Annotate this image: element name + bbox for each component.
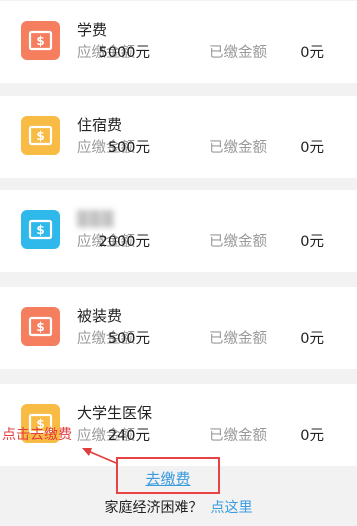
annotation-text: 点击去缴费 [2,427,72,443]
financial-aid-link[interactable]: 点这里 [211,500,253,516]
paid-amount-label: 已缴金额 [209,331,267,347]
due-amount-value: 240元 [107,428,150,444]
fee-card-accommodation[interactable]: $ 住宿费 应缴金额 500元 已缴金额 0元 [0,96,357,178]
financial-aid-prompt: 家庭经济困难？ 点这里 [0,497,357,517]
paid-amount-value: 0元 [300,45,324,61]
fee-name: 学费 [77,21,108,39]
fee-amount-row: 应缴金额 500元 已缴金额 0元 [0,138,357,158]
fee-amount-row: 应缴金额 5000元 已缴金额 0元 [0,43,357,63]
pay-button[interactable]: 去缴费 [116,457,220,494]
fee-amount-row: 应缴金额 500元 已缴金额 0元 [0,329,357,349]
paid-amount-value: 0元 [300,428,324,444]
due-amount-value: 500元 [107,331,150,347]
fee-name: 大学生医保 [77,404,153,422]
annotation-arrow-icon [82,448,117,464]
pay-button-label[interactable]: 去缴费 [145,468,190,489]
paid-amount-value: 0元 [300,234,324,250]
paid-amount-label: 已缴金额 [209,140,267,156]
fee-name: 住宿费 [77,116,123,134]
paid-amount-label: 已缴金额 [209,428,267,444]
fee-name-redacted: ▒▒▒ [77,210,115,228]
fee-card-tuition[interactable]: $ 学费 应缴金额 5000元 已缴金额 0元 [0,1,357,83]
due-amount-value: 2000元 [98,234,150,250]
paid-amount-label: 已缴金额 [209,234,267,250]
paid-amount-value: 0元 [300,140,324,156]
due-amount-value: 500元 [107,140,150,156]
fee-name: 被装费 [77,307,123,325]
fee-card-uniform[interactable]: $ 被装费 应缴金额 500元 已缴金额 0元 [0,287,357,369]
fee-card-blurred[interactable]: $ ▒▒▒ 应缴金额 2000元 已缴金额 0元 [0,190,357,272]
fee-amount-row: 应缴金额 2000元 已缴金额 0元 [0,232,357,252]
paid-amount-label: 已缴金额 [209,45,267,61]
financial-aid-text: 家庭经济困难？ [104,500,203,516]
due-amount-value: 5000元 [98,45,150,61]
paid-amount-value: 0元 [300,331,324,347]
